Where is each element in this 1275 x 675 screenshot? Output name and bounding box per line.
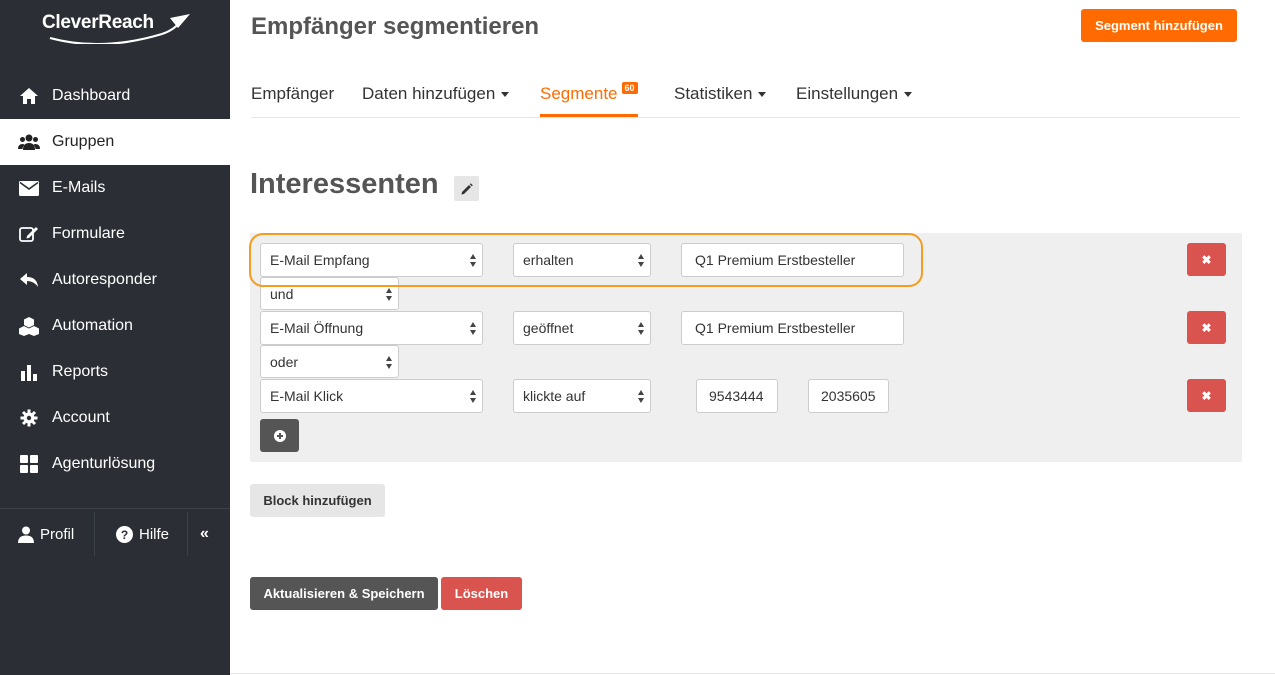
rule-operator-select[interactable]: geöffnet: [513, 311, 651, 345]
segment-count-badge: 60: [621, 82, 638, 94]
tab-label: Statistiken: [674, 84, 753, 103]
select-value: E-Mail Öffnung: [270, 320, 364, 336]
input-value: 9543444: [709, 388, 764, 404]
sidebar-item-emails[interactable]: E-Mails: [0, 165, 230, 211]
segment-name: Interessenten: [250, 168, 439, 200]
save-button[interactable]: Aktualisieren & Speichern: [250, 577, 438, 610]
envelope-icon: [18, 178, 40, 198]
user-icon: [18, 526, 34, 543]
tab-einstellungen[interactable]: Einstellungen: [796, 84, 913, 117]
main-content: Empfänger segmentieren Segment hinzufüge…: [230, 0, 1275, 675]
rule-field-select[interactable]: E-Mail Klick: [260, 379, 483, 413]
tab-segmente[interactable]: Segmente 60: [540, 82, 638, 117]
pencil-icon: [461, 182, 473, 194]
rule-value-input-1[interactable]: 9543444: [696, 379, 778, 413]
divider: [230, 673, 1275, 674]
profile-link[interactable]: Profil: [0, 512, 94, 556]
edit-icon: [18, 224, 40, 244]
tab-daten-hinzufuegen[interactable]: Daten hinzufügen: [362, 84, 510, 117]
sidebar-divider: [0, 508, 230, 509]
sidebar-item-reports[interactable]: Reports: [0, 349, 230, 395]
tab-label: Segmente: [540, 84, 618, 103]
tab-bar: Empfänger Daten hinzufügen Segmente 60 St…: [251, 78, 1240, 118]
select-arrows-icon: [638, 322, 645, 336]
close-icon: ✖: [1201, 388, 1212, 403]
select-value: und: [270, 285, 294, 302]
tab-empfaenger[interactable]: Empfänger: [251, 84, 334, 117]
sidebar-item-label: Autoresponder: [52, 271, 157, 288]
sidebar-item-label: E-Mails: [52, 179, 106, 196]
bar-chart-icon: [18, 362, 40, 382]
add-block-button[interactable]: Block hinzufügen: [250, 484, 385, 517]
home-icon: [18, 86, 40, 106]
collapse-sidebar-button[interactable]: «: [188, 512, 209, 556]
sidebar-item-dashboard[interactable]: Dashboard: [0, 73, 230, 119]
help-label: Hilfe: [139, 525, 170, 543]
select-value: geöffnet: [523, 320, 574, 336]
select-arrows-icon: [386, 288, 393, 302]
highlight-annotation: [249, 233, 923, 287]
tab-label: Einstellungen: [796, 84, 899, 103]
sidebar-item-label: Account: [52, 409, 110, 426]
remove-rule-button[interactable]: ✖: [1187, 379, 1226, 412]
select-arrows-icon: [470, 390, 477, 404]
select-value: oder: [270, 353, 299, 370]
select-value: Q1 Premium Erstbesteller: [695, 320, 856, 336]
cubes-icon: [18, 316, 40, 336]
sidebar-item-agenturloesung[interactable]: Agenturlösung: [0, 441, 230, 487]
sidebar-item-label: Agenturlösung: [52, 455, 156, 472]
double-chevron-left-icon: «: [200, 525, 209, 542]
sidebar-item-label: Gruppen: [52, 133, 115, 150]
svg-text:?: ?: [121, 528, 128, 542]
sidebar-item-formulare[interactable]: Formulare: [0, 211, 230, 257]
select-value: E-Mail Klick: [270, 388, 344, 404]
page-title: Empfänger segmentieren: [251, 13, 540, 40]
grid-icon: [18, 454, 40, 474]
select-arrows-icon: [386, 356, 393, 370]
tab-label: Daten hinzufügen: [362, 84, 496, 103]
sidebar-item-account[interactable]: Account: [0, 395, 230, 441]
remove-rule-button[interactable]: ✖: [1187, 243, 1226, 276]
rule-value-input-2[interactable]: 2035605: [808, 379, 889, 413]
remove-rule-button[interactable]: ✖: [1187, 311, 1226, 344]
sidebar-item-label: Dashboard: [52, 87, 131, 104]
sidebar-item-label: Automation: [52, 317, 133, 334]
rule-operator-select[interactable]: klickte auf: [513, 379, 651, 413]
close-icon: ✖: [1201, 252, 1212, 267]
rule-value-select[interactable]: Q1 Premium Erstbesteller: [681, 311, 904, 345]
input-value: 2035605: [821, 388, 876, 404]
plus-circle-icon: [273, 429, 286, 442]
sidebar: CleverReach Dashboard Gruppen E-Mails Fo…: [0, 0, 230, 675]
rule-field-select[interactable]: E-Mail Öffnung: [260, 311, 483, 345]
sidebar-item-label: Formulare: [52, 225, 125, 242]
sidebar-footer: Profil ? Hilfe «: [0, 512, 230, 556]
add-rule-button[interactable]: [260, 419, 299, 452]
select-value: klickte auf: [523, 388, 586, 404]
sidebar-item-label: Reports: [52, 363, 109, 380]
add-segment-button[interactable]: Segment hinzufügen: [1081, 9, 1237, 42]
tab-label: Empfänger: [251, 84, 335, 103]
cleverreach-logo[interactable]: CleverReach: [42, 8, 202, 44]
gear-icon: [18, 408, 40, 428]
sidebar-item-autoresponder[interactable]: Autoresponder: [0, 257, 230, 303]
rule-connector-select[interactable]: oder: [260, 345, 399, 378]
reply-icon: [18, 270, 40, 290]
users-icon: [18, 132, 40, 152]
caret-down-icon: [501, 92, 510, 98]
caret-down-icon: [904, 92, 913, 98]
question-circle-icon: ?: [116, 525, 133, 543]
select-arrows-icon: [638, 390, 645, 404]
help-link[interactable]: ? Hilfe: [95, 512, 187, 556]
profile-label: Profil: [40, 525, 75, 543]
tab-statistiken[interactable]: Statistiken: [674, 84, 767, 117]
edit-segment-name-button[interactable]: [454, 176, 479, 201]
sidebar-item-gruppen[interactable]: Gruppen: [0, 119, 230, 165]
select-arrows-icon: [470, 322, 477, 336]
close-icon: ✖: [1201, 320, 1212, 335]
logo-text: CleverReach: [42, 12, 154, 33]
sidebar-nav: Dashboard Gruppen E-Mails Formulare Auto…: [0, 73, 230, 487]
delete-button[interactable]: Löschen: [441, 577, 522, 610]
caret-down-icon: [758, 92, 767, 98]
sidebar-item-automation[interactable]: Automation: [0, 303, 230, 349]
